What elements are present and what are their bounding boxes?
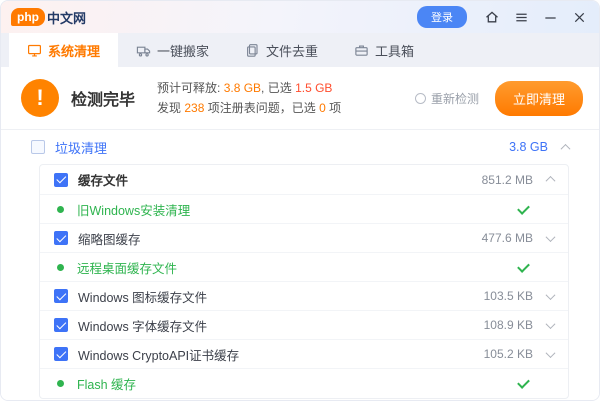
- tab-one-key-move[interactable]: 一键搬家: [118, 33, 227, 67]
- warning-icon: !: [21, 79, 59, 117]
- php-logo-badge: php: [11, 8, 45, 26]
- releasable-size: 3.8 GB: [223, 81, 262, 95]
- main-content: ! 检测完毕 预计可释放: 3.8 GB, 已选 1.5 GB 发现 238 项…: [1, 67, 599, 400]
- subgroup-checkbox[interactable]: [54, 172, 68, 187]
- close-icon[interactable]: [571, 9, 587, 25]
- minimize-icon[interactable]: [542, 9, 558, 25]
- registry-issue-count: 238: [184, 101, 205, 115]
- list-item[interactable]: 缩略图缓存 477.6 MB: [40, 224, 568, 253]
- tab-label: 一键搬家: [157, 43, 210, 59]
- tab-label: 工具箱: [375, 43, 415, 59]
- done-dot-icon: [57, 263, 64, 271]
- chevron-down-icon[interactable]: [545, 318, 556, 329]
- scan-actions: 重新检测 立即清理: [414, 80, 583, 116]
- toolbox-icon: [354, 43, 369, 58]
- subgroup-label: 缓存文件: [78, 174, 129, 188]
- done-dot-icon: [57, 205, 64, 213]
- chevron-up-icon[interactable]: [560, 143, 571, 154]
- monitor-icon: [27, 43, 42, 58]
- check-icon: [517, 261, 530, 274]
- tab-label: 文件去重: [266, 43, 319, 59]
- clean-now-button[interactable]: 立即清理: [494, 80, 583, 116]
- tab-system-clean[interactable]: 系统清理: [9, 33, 119, 67]
- registry-line: 发现 238 项注册表问题，已选 0 项: [157, 101, 342, 115]
- item-checkbox[interactable]: [54, 289, 68, 303]
- list-item[interactable]: Flash 缓存: [40, 369, 568, 398]
- scan-status-lines: 预计可释放: 3.8 GB, 已选 1.5 GB 发现 238 项注册表问题，已…: [157, 78, 341, 118]
- subgroup-size: 851.2 MB: [481, 172, 533, 187]
- list-item[interactable]: 旧Windows安装清理: [40, 195, 568, 224]
- group-junk-clean[interactable]: 垃圾清理 3.8 GB: [1, 130, 599, 164]
- tab-file-dedupe[interactable]: 文件去重: [227, 33, 336, 67]
- check-icon: [517, 203, 530, 216]
- chevron-down-icon[interactable]: [545, 347, 556, 358]
- tab-label: 系统清理: [48, 43, 101, 59]
- refresh-icon: [414, 92, 426, 104]
- tabbar: 系统清理 一键搬家 文件去重 工具箱: [1, 33, 599, 67]
- group-size: 3.8 GB: [509, 140, 548, 154]
- chevron-down-icon[interactable]: [545, 289, 556, 300]
- subgroup-cache-files[interactable]: 缓存文件 851.2 MB: [40, 165, 568, 195]
- login-button[interactable]: 登录: [417, 6, 467, 28]
- php-logo-text: 中文网: [47, 10, 87, 26]
- releasable-line: 预计可释放: 3.8 GB, 已选 1.5 GB: [157, 81, 333, 95]
- chevron-down-icon[interactable]: [545, 231, 556, 242]
- documents-icon: [245, 43, 260, 58]
- group-checkbox[interactable]: [31, 140, 45, 154]
- tab-toolbox[interactable]: 工具箱: [336, 33, 432, 67]
- truck-icon: [136, 43, 151, 58]
- done-dot-icon: [57, 380, 64, 387]
- home-icon[interactable]: [484, 9, 500, 25]
- item-checkbox[interactable]: [54, 318, 68, 332]
- menu-icon[interactable]: [513, 9, 529, 25]
- app-window: php 中文网 登录 系统清理 一键搬家 文件去重 工具箱 ! 检测完毕 预计可…: [0, 0, 600, 401]
- item-checkbox[interactable]: [54, 231, 68, 245]
- list-item[interactable]: Windows 字体缓存文件 108.9 KB: [40, 311, 568, 340]
- recheck-label: 重新检测: [430, 91, 479, 106]
- check-icon: [517, 377, 530, 390]
- item-checkbox[interactable]: [54, 347, 68, 361]
- titlebar: php 中文网 登录: [1, 1, 599, 33]
- list-item[interactable]: Windows CryptoAPI证书缓存 105.2 KB: [40, 340, 568, 369]
- scan-status-title: 检测完毕: [71, 92, 136, 109]
- cache-files-card: 缓存文件 851.2 MB 旧Windows安装清理 缩略图缓存 477.6 M…: [39, 164, 569, 399]
- scan-summary: ! 检测完毕 预计可释放: 3.8 GB, 已选 1.5 GB 发现 238 项…: [1, 67, 599, 129]
- chevron-up-icon[interactable]: [545, 175, 556, 186]
- selected-size: 1.5 GB: [295, 81, 333, 95]
- list-item[interactable]: Windows 图标缓存文件 103.5 KB: [40, 282, 568, 311]
- list-item[interactable]: 远程桌面缓存文件: [40, 253, 568, 282]
- titlebar-controls: 登录: [417, 6, 587, 28]
- php-logo: php 中文网: [11, 8, 86, 27]
- registry-selected-count: 0: [319, 101, 326, 115]
- recheck-button[interactable]: 重新检测: [414, 90, 479, 107]
- group-label: 垃圾清理: [55, 140, 108, 156]
